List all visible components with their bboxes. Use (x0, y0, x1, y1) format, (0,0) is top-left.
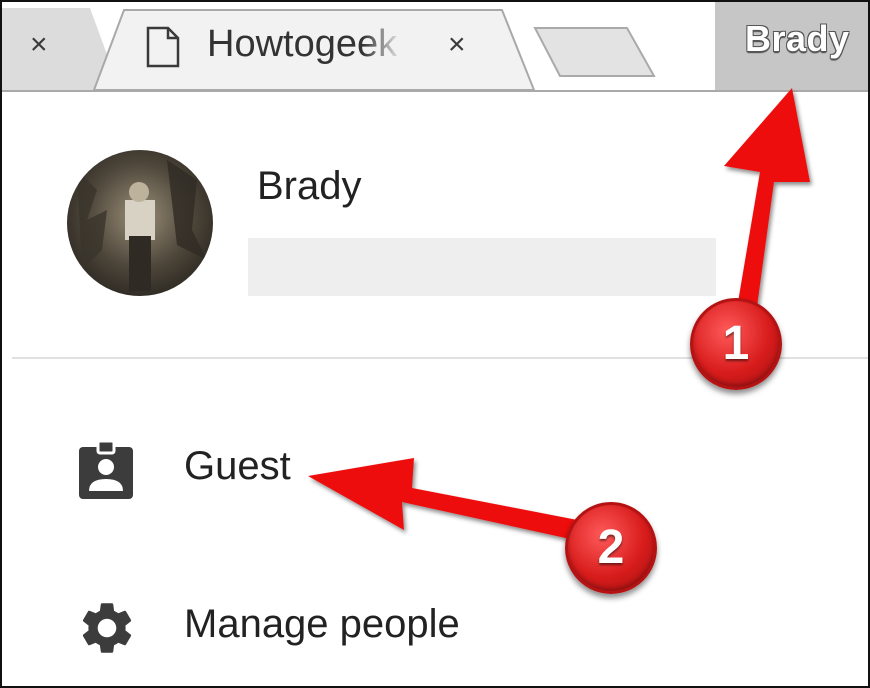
guest-badge-icon (79, 439, 133, 499)
menu-item-guest[interactable]: Guest (184, 444, 291, 489)
arrow-1 (724, 88, 810, 314)
active-tab-title[interactable]: Howtogeek (207, 23, 402, 66)
tab-strip: × Howtogeek × Brady (2, 2, 868, 92)
profile-switcher-button[interactable]: Brady (715, 2, 868, 90)
menu-item-manage-people[interactable]: Manage people (184, 602, 460, 647)
email-redacted (248, 238, 716, 296)
avatar (67, 150, 213, 296)
active-tab-close-icon[interactable]: × (448, 30, 466, 60)
annotation-badge-1: 1 (690, 298, 782, 390)
annotation-badge-2: 2 (565, 502, 657, 594)
profile-name: Brady (257, 164, 362, 208)
profile-switcher-label: Brady (745, 18, 850, 59)
document-icon (146, 26, 180, 68)
prev-tab-close-icon[interactable]: × (30, 30, 48, 60)
chrome-window: × Howtogeek × Brady Brady Guest Manage p… (0, 0, 870, 688)
gear-icon (82, 603, 132, 653)
arrow-2 (308, 458, 602, 546)
